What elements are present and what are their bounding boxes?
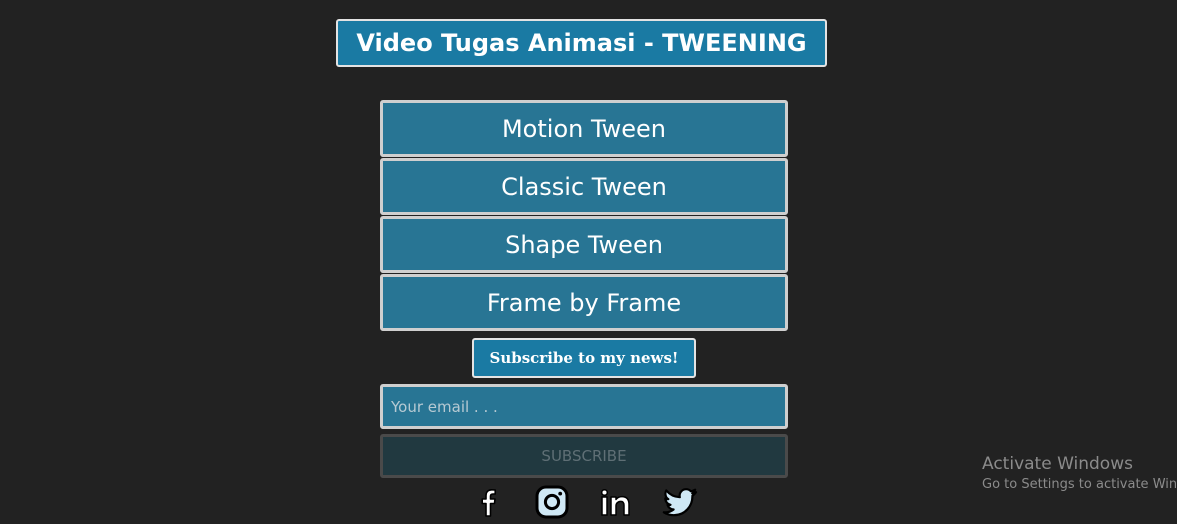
watermark-title: Activate Windows <box>982 454 1133 474</box>
instagram-icon[interactable] <box>533 483 571 521</box>
watermark-subtitle: Go to Settings to activate Windows. <box>982 477 1177 492</box>
email-input[interactable] <box>380 384 788 429</box>
page-title: Video Tugas Animasi - TWEENING <box>336 19 827 67</box>
subscribe-button[interactable]: SUBSCRIBE <box>380 434 788 478</box>
newsletter-heading: Subscribe to my news! <box>472 338 696 378</box>
twitter-icon[interactable] <box>661 483 699 521</box>
frame-by-frame-button[interactable]: Frame by Frame <box>380 274 788 331</box>
motion-tween-button[interactable]: Motion Tween <box>380 100 788 157</box>
activate-windows-watermark: Activate Windows Go to Settings to activ… <box>982 454 1177 492</box>
facebook-icon[interactable] <box>469 483 507 521</box>
classic-tween-button[interactable]: Classic Tween <box>380 158 788 215</box>
shape-tween-button[interactable]: Shape Tween <box>380 216 788 273</box>
linkedin-icon[interactable] <box>597 483 635 521</box>
